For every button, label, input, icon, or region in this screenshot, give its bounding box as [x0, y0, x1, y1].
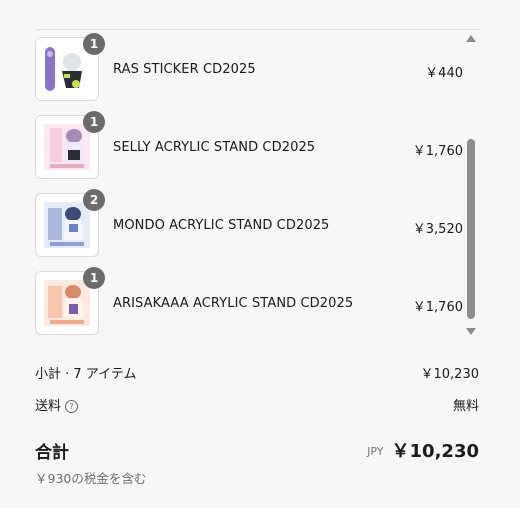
- item-name: ARISAKAAA ACRYLIC STAND CD2025: [113, 296, 354, 311]
- item-price: ￥440: [425, 66, 463, 81]
- quantity-badge: 2: [83, 189, 105, 211]
- list-item: 1 RAS STICKER CD2025 ￥440: [35, 33, 465, 103]
- item-price: ￥3,520: [412, 222, 463, 237]
- item-name: RAS STICKER CD2025: [113, 62, 256, 77]
- item-name: SELLY ACRYLIC STAND CD2025: [113, 140, 316, 155]
- scrollbar-thumb[interactable]: [467, 139, 475, 319]
- subtotal-value: ￥10,230: [420, 367, 480, 382]
- sticker-thumbnail-icon: [45, 47, 82, 91]
- list-item: 2 MONDO ACRYLIC STAND CD2025 ￥3,520: [35, 189, 465, 259]
- divider: [35, 29, 479, 30]
- acrylic-stand-thumbnail-icon: [44, 124, 90, 170]
- item-name: MONDO ACRYLIC STAND CD2025: [113, 218, 330, 233]
- total-label: 合計: [35, 443, 69, 463]
- product-thumbnail: 1: [35, 267, 105, 335]
- item-price: ￥1,760: [412, 300, 463, 315]
- list-item: 1 ARISAKAAA ACRYLIC STAND CD2025 ￥1,760: [35, 267, 465, 337]
- item-price: ￥1,760: [412, 144, 463, 159]
- quantity-badge: 1: [83, 33, 105, 55]
- tax-note: ￥930の税金を含む: [35, 471, 147, 486]
- product-thumbnail: 2: [35, 189, 105, 257]
- shipping-label: 送料: [35, 399, 62, 414]
- currency-code: JPY: [367, 445, 384, 458]
- total-amount: JPY ￥10,230: [367, 437, 479, 463]
- scroll-down-arrow-icon[interactable]: [466, 328, 476, 335]
- quantity-badge: 1: [83, 111, 105, 133]
- subtotal-label: 小計 · 7 アイテム: [35, 367, 137, 382]
- quantity-badge: 1: [83, 267, 105, 289]
- scroll-up-arrow-icon[interactable]: [466, 35, 476, 42]
- subtotal-row: 小計 · 7 アイテム ￥10,230: [35, 363, 479, 382]
- question-circle-icon[interactable]: ?: [65, 400, 79, 413]
- acrylic-stand-thumbnail-icon: [44, 202, 90, 248]
- list-item: 1 SELLY ACRYLIC STAND CD2025 ￥1,760: [35, 111, 465, 181]
- product-thumbnail: 1: [35, 111, 105, 179]
- acrylic-stand-thumbnail-icon: [44, 280, 90, 326]
- total-value: ￥10,230: [391, 441, 479, 462]
- shipping-value: 無料: [452, 399, 479, 414]
- shipping-row: 送料? 無料: [35, 395, 479, 414]
- product-thumbnail: 1: [35, 33, 105, 101]
